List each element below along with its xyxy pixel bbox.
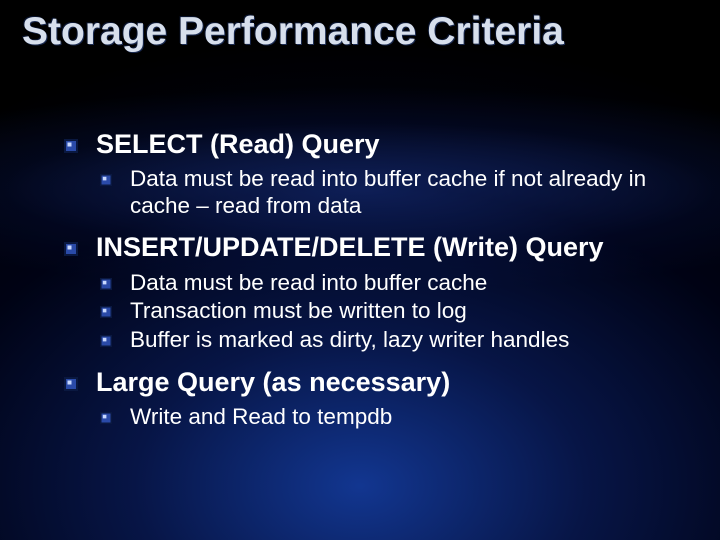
bullet-icon	[64, 242, 78, 256]
bullet-icon	[100, 306, 112, 318]
heading-text: SELECT (Read) Query	[96, 129, 380, 159]
bullet-icon	[64, 377, 78, 391]
item-text: Buffer is marked as dirty, lazy writer h…	[130, 327, 569, 352]
section-heading: SELECT (Read) Query	[64, 128, 690, 160]
bullet-icon	[64, 139, 78, 153]
section-2: Large Query (as necessary) Write and Rea…	[64, 366, 690, 431]
item-text: Write and Read to tempdb	[130, 404, 392, 429]
list-item: Data must be read into buffer cache if n…	[100, 166, 690, 219]
bullet-icon	[100, 335, 112, 347]
list-item: Transaction must be written to log	[100, 298, 690, 325]
item-text: Data must be read into buffer cache if n…	[130, 166, 646, 218]
section-1: INSERT/UPDATE/DELETE (Write) Query Data …	[64, 231, 690, 353]
slide-title: Storage Performance Criteria	[22, 10, 564, 54]
list-item: Write and Read to tempdb	[100, 404, 690, 431]
section-heading: INSERT/UPDATE/DELETE (Write) Query	[64, 231, 690, 263]
bullet-icon	[100, 174, 112, 186]
section-0: SELECT (Read) Query Data must be read in…	[64, 128, 690, 219]
item-text: Data must be read into buffer cache	[130, 270, 487, 295]
item-text: Transaction must be written to log	[130, 298, 467, 323]
heading-text: INSERT/UPDATE/DELETE (Write) Query	[96, 232, 604, 262]
list-item: Data must be read into buffer cache	[100, 270, 690, 297]
bullet-icon	[100, 412, 112, 424]
section-heading: Large Query (as necessary)	[64, 366, 690, 398]
slide-content: SELECT (Read) Query Data must be read in…	[64, 128, 690, 442]
slide: Storage Performance Criteria SELECT (Rea…	[0, 0, 720, 540]
bullet-icon	[100, 278, 112, 290]
list-item: Buffer is marked as dirty, lazy writer h…	[100, 327, 690, 354]
heading-text: Large Query (as necessary)	[96, 367, 450, 397]
